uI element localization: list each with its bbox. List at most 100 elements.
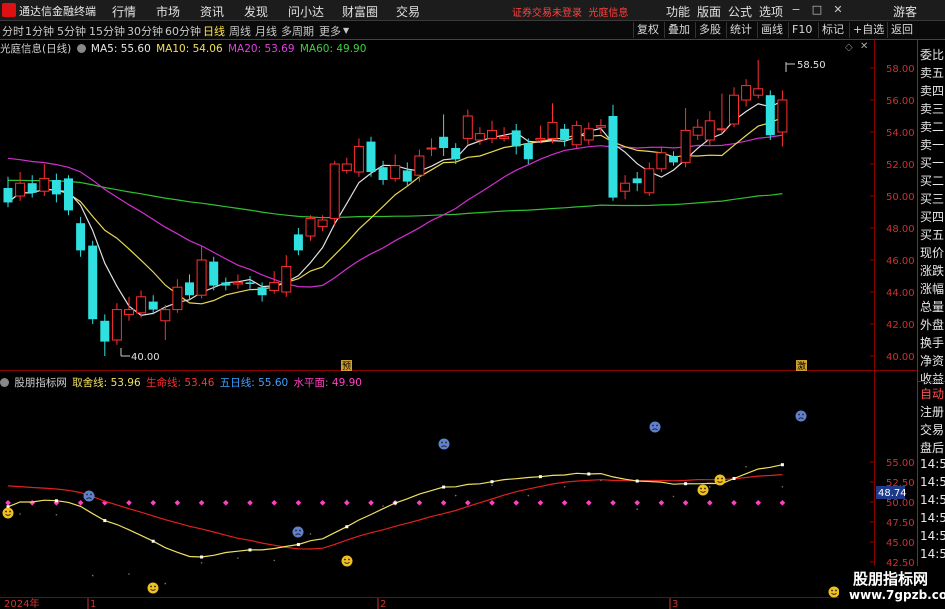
tab-period-15min[interactable]: 15分钟 bbox=[89, 23, 125, 39]
candle-body bbox=[39, 177, 50, 192]
level-marker bbox=[489, 499, 495, 506]
level-marker bbox=[464, 499, 471, 506]
candle-body bbox=[777, 99, 788, 133]
menu-market[interactable]: 市场 bbox=[156, 3, 180, 20]
menu-hangqing[interactable]: 行情 bbox=[112, 3, 136, 20]
life-line bbox=[7, 474, 783, 550]
candle-body bbox=[160, 309, 171, 322]
add-favorite-button[interactable]: +自选 bbox=[849, 22, 887, 38]
face-eye bbox=[798, 413, 800, 416]
face-bg bbox=[697, 484, 709, 496]
tab-period-30min[interactable]: 30分钟 bbox=[127, 23, 163, 39]
stock-label[interactable]: 光庭信息(日线) bbox=[0, 43, 71, 55]
tab-period-weekly[interactable]: 周线 bbox=[229, 23, 251, 39]
current-value-badge bbox=[876, 486, 905, 499]
f10-button[interactable]: F10 bbox=[788, 22, 815, 38]
quote-field-label: 买五 bbox=[920, 228, 945, 242]
select-line-point bbox=[780, 463, 784, 467]
more-chevron-icon[interactable]: ▼ bbox=[343, 26, 349, 35]
settings-dot-icon[interactable] bbox=[76, 44, 86, 53]
menu-wealth[interactable]: 财富圈 bbox=[342, 3, 378, 20]
candle-body bbox=[765, 95, 775, 136]
quote-field-label: 卖二 bbox=[920, 120, 945, 134]
select-line-point bbox=[296, 543, 300, 547]
event-marker-active[interactable] bbox=[796, 360, 807, 371]
face-eye bbox=[717, 477, 719, 480]
time-label-year: 2024年 bbox=[4, 597, 39, 609]
chart-area[interactable]: 58.50 40.00 预 激 58.00 56.00 54.00 52.00 50.0… bbox=[0, 0, 945, 609]
candle-body bbox=[595, 125, 606, 128]
level-marker bbox=[610, 499, 616, 506]
minimize-button[interactable]: − bbox=[789, 3, 803, 17]
indicator-settings-icon[interactable] bbox=[0, 378, 9, 387]
trade-time: 14:56 bbox=[920, 475, 945, 489]
face-eye bbox=[348, 558, 350, 561]
scatter-dot bbox=[709, 486, 711, 488]
trade-time: 14:56 bbox=[920, 529, 945, 543]
diamond-icon[interactable]: ◇ bbox=[845, 42, 853, 53]
tab-period-1min[interactable]: 1分钟 bbox=[25, 23, 54, 39]
level-marker bbox=[706, 499, 713, 506]
guest-label[interactable]: 游客 bbox=[893, 3, 917, 20]
scatter-dot bbox=[454, 494, 457, 497]
candle-body bbox=[111, 309, 122, 341]
select-line-point bbox=[54, 499, 58, 503]
tab-period-realtime[interactable]: 分时 bbox=[2, 23, 24, 39]
candle-body bbox=[88, 245, 98, 320]
face-bg bbox=[714, 474, 726, 486]
event-marker-pre[interactable] bbox=[341, 360, 352, 371]
menu-layout[interactable]: 版面 bbox=[697, 3, 721, 20]
quote-field-label: 买三 bbox=[920, 192, 945, 206]
ma20-value: MA20: 53.69 bbox=[227, 43, 295, 55]
app-logo-icon bbox=[2, 3, 16, 17]
select-line-point bbox=[684, 482, 688, 486]
menu-trade[interactable]: 交易 bbox=[396, 3, 420, 20]
candle-body bbox=[462, 115, 473, 139]
indicator-name[interactable]: 股朋指标网 bbox=[14, 377, 67, 389]
menu-news[interactable]: 资讯 bbox=[200, 3, 224, 20]
maximize-button[interactable]: □ bbox=[810, 3, 824, 17]
face-eye bbox=[704, 487, 706, 490]
tab-period-more[interactable]: 更多 bbox=[319, 23, 341, 39]
candle-body bbox=[221, 282, 231, 286]
sell-signal-icon bbox=[795, 410, 807, 422]
draw-button[interactable]: 画线 bbox=[757, 22, 786, 38]
menu-discover[interactable]: 发现 bbox=[244, 3, 268, 20]
level-marker bbox=[319, 499, 326, 506]
level-marker bbox=[126, 499, 132, 506]
candle-body bbox=[571, 125, 582, 146]
close-chart-icon[interactable]: ✕ bbox=[860, 41, 868, 52]
stats-button[interactable]: 统计 bbox=[726, 22, 755, 38]
close-button[interactable]: ✕ bbox=[831, 3, 845, 17]
login-alert[interactable]: 证券交易未登录 光庭信息 bbox=[512, 4, 628, 19]
scatter-dot bbox=[527, 494, 530, 497]
quote-field-label: 买一 bbox=[920, 156, 945, 170]
level-marker bbox=[247, 499, 253, 506]
back-button[interactable]: 返回 bbox=[887, 22, 916, 38]
tab-period-60min[interactable]: 60分钟 bbox=[165, 23, 201, 39]
face-bg bbox=[2, 507, 14, 519]
tab-period-5min[interactable]: 5分钟 bbox=[57, 23, 86, 39]
adjust-button[interactable]: 复权 bbox=[633, 22, 662, 38]
trade-time: 14:56 bbox=[920, 511, 945, 525]
menu-formula[interactable]: 公式 bbox=[728, 3, 752, 20]
candle-body bbox=[741, 85, 752, 101]
tab-period-daily[interactable]: 日线 bbox=[203, 23, 225, 39]
quote-field-label: 卖五 bbox=[920, 66, 945, 80]
menu-options[interactable]: 选项 bbox=[759, 3, 783, 20]
overlay-button[interactable]: 叠加 bbox=[664, 22, 693, 38]
menu-function[interactable]: 功能 bbox=[666, 3, 690, 20]
select-line-point bbox=[538, 475, 542, 479]
tab-period-monthly[interactable]: 月线 bbox=[255, 23, 277, 39]
ma5-value: MA5: 55.60 bbox=[90, 43, 151, 55]
scatter-dot bbox=[418, 503, 421, 506]
candle-body bbox=[366, 141, 376, 172]
level-marker bbox=[561, 499, 568, 506]
mark-button[interactable]: 标记 bbox=[818, 22, 847, 38]
price-tick-label: 54.00 bbox=[886, 128, 915, 139]
scatter-dot bbox=[781, 486, 784, 488]
multi-stock-button[interactable]: 多股 bbox=[695, 22, 724, 38]
menu-ask[interactable]: 问小达 bbox=[288, 3, 324, 20]
face-mouth bbox=[700, 490, 706, 493]
tab-period-multi[interactable]: 多周期 bbox=[281, 23, 314, 39]
